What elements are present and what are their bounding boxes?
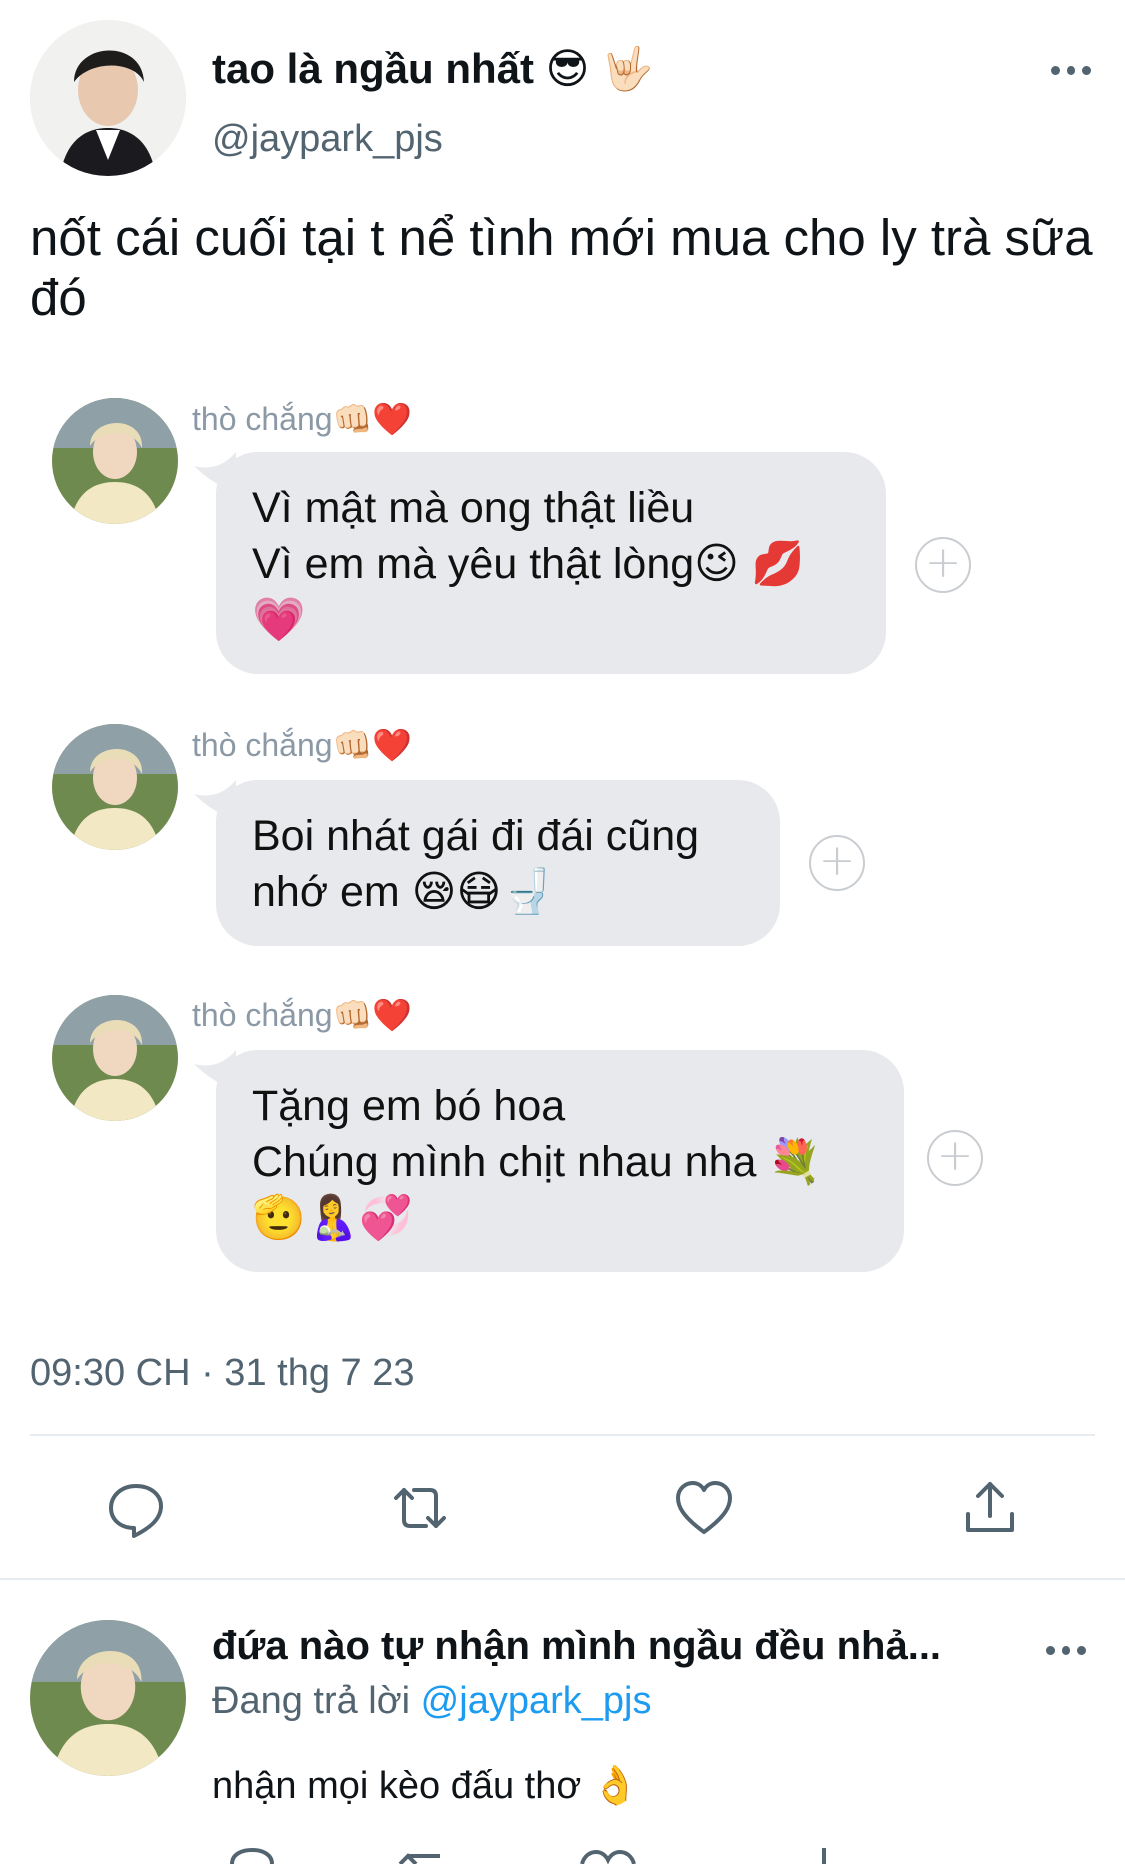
reply-icon[interactable] (104, 1476, 168, 1540)
message-avatar (52, 398, 178, 524)
message-line: Vì mật mà ong thật liều (252, 484, 695, 532)
message-bubble[interactable]: Vì mật mà ong thật liều Vì em mà yêu thậ… (216, 452, 886, 674)
message-line: 🫡🤱💞 (252, 1194, 413, 1242)
author-avatar-image (30, 20, 186, 176)
author-display-name[interactable]: tao là ngầu nhất 😎 🤟🏻 (212, 44, 653, 94)
more-options-icon[interactable] (1051, 64, 1092, 76)
add-reaction-icon[interactable]: + (927, 1130, 983, 1186)
message-avatar (52, 995, 178, 1121)
add-reaction-icon[interactable]: + (809, 835, 865, 891)
add-reaction-icon[interactable]: + (915, 537, 971, 593)
message-sender-name: thò chắng👊🏻❤️ (192, 401, 413, 437)
like-icon[interactable] (672, 1476, 736, 1540)
reply-actions-partial (212, 1846, 1012, 1864)
replying-to-prefix: Đang trả lời (212, 1680, 411, 1722)
message-line: Boi nhát gái đi đái cũng (252, 812, 700, 860)
message-line: Chúng mình chịt nhau nha 💐 (252, 1138, 822, 1186)
retweet-icon[interactable] (388, 1476, 452, 1540)
message-sender-name: thò chắng👊🏻❤️ (192, 997, 413, 1033)
message-line: Vì em mà yêu thật lòng😉 💋 (252, 540, 805, 588)
reply-text: nhận mọi kèo đấu thơ 👌 (212, 1765, 640, 1807)
reply-more-options-icon[interactable] (1046, 1644, 1087, 1656)
reply-author-name[interactable]: đứa nào tự nhận mình ngầu đều nhả... (212, 1624, 941, 1669)
message-sender-name: thò chắng👊🏻❤️ (192, 727, 413, 763)
author-handle[interactable]: @jaypark_pjs (212, 118, 443, 161)
tweet-timestamp[interactable]: 09:30 CH · 31 thg 7 23 (30, 1352, 414, 1395)
section-divider (0, 1578, 1125, 1580)
replying-to-handle[interactable]: @jaypark_pjs (421, 1680, 652, 1722)
divider (30, 1434, 1095, 1436)
message-avatar (52, 724, 178, 850)
replying-to: Đang trả lời @jaypark_pjs (212, 1680, 651, 1723)
reply-author-avatar[interactable] (30, 1620, 186, 1776)
author-avatar[interactable] (30, 20, 186, 176)
message-line: 💗 (252, 596, 306, 644)
tweet-text: nốt cái cuối tại t nể tình mới mua cho l… (30, 209, 1093, 326)
share-icon[interactable] (958, 1476, 1022, 1540)
message-bubble[interactable]: Tặng em bó hoa Chúng mình chịt nhau nha … (216, 1050, 904, 1272)
message-bubble[interactable]: Boi nhát gái đi đái cũng nhớ em 😪😷🚽 (216, 780, 780, 946)
message-line: nhớ em 😪😷🚽 (252, 868, 555, 916)
message-line: Tặng em bó hoa (252, 1082, 566, 1130)
